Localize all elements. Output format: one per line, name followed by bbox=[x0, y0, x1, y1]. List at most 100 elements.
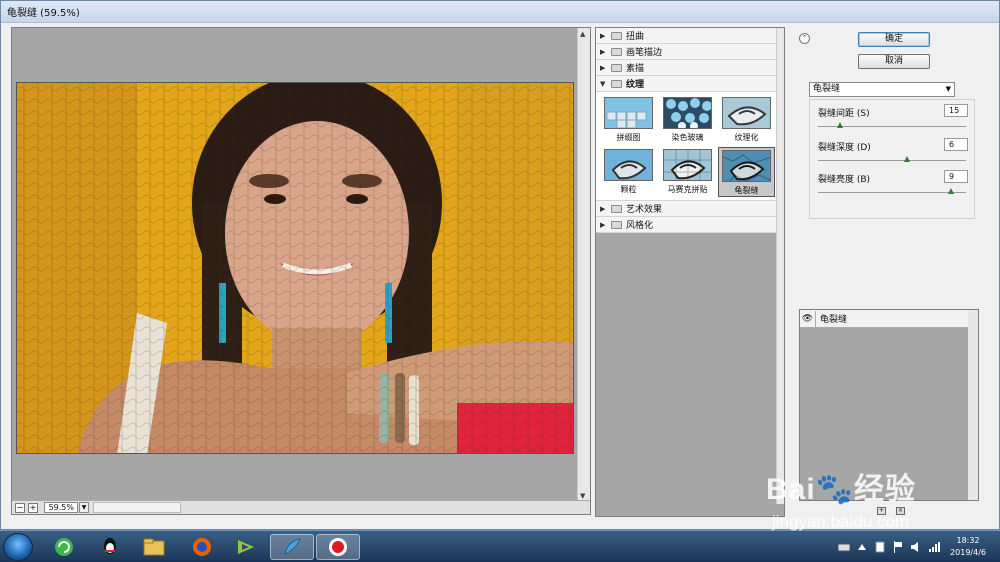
screen-recorder-icon[interactable] bbox=[316, 534, 360, 560]
preview-horizontal-scrollbar[interactable] bbox=[93, 502, 181, 513]
filter-thumb-mosaic-tiles[interactable]: 马赛克拼贴 bbox=[659, 147, 716, 197]
grain-thumbnail-icon bbox=[604, 149, 653, 181]
folder-icon bbox=[611, 47, 622, 56]
param-crack-depth: 裂缝深度 (D) 6 bbox=[818, 138, 968, 170]
zoom-in-button[interactable]: + bbox=[28, 502, 38, 513]
volume-icon[interactable] bbox=[910, 541, 922, 553]
stained-glass-thumbnail-icon bbox=[663, 97, 712, 129]
preview-photo bbox=[17, 83, 573, 453]
thumb-label: 拼缀图 bbox=[616, 133, 641, 142]
slider-track[interactable] bbox=[818, 192, 966, 193]
effect-layer-row[interactable]: 👁 龟裂缝 bbox=[800, 310, 978, 328]
zoom-field[interactable]: 59.5% bbox=[44, 502, 78, 513]
param-crack-brightness: 裂缝亮度 (B) 9 bbox=[818, 170, 968, 202]
settings-panel: ⌃ 确定 取消 龟裂缝 ▼ 裂缝间距 (S) 15 裂缝深度 (D) 6 裂缝亮… bbox=[791, 27, 991, 517]
category-label: 画笔描边 bbox=[626, 48, 663, 58]
keyboard-icon[interactable] bbox=[838, 541, 851, 553]
thumb-label: 马赛克拼贴 bbox=[667, 185, 708, 194]
texture-thumbnails: 拼缀图 染色玻璃 纹理化 颗粒 马赛克拼贴 龟裂缝 bbox=[596, 92, 777, 201]
effect-layer-name: 龟裂缝 bbox=[820, 315, 848, 325]
craquelure-thumbnail-icon bbox=[722, 150, 771, 182]
title-bar: 龟裂缝 (59.5%) bbox=[1, 1, 999, 23]
collapse-gallery-icon[interactable]: ⌃ bbox=[799, 33, 810, 44]
flag-icon[interactable] bbox=[892, 541, 904, 553]
feather-app-icon[interactable] bbox=[270, 534, 314, 560]
filter-thumb-patchwork[interactable]: 拼缀图 bbox=[600, 95, 657, 145]
qq-icon[interactable] bbox=[88, 534, 132, 560]
filter-thumb-grain[interactable]: 颗粒 bbox=[600, 147, 657, 197]
patchwork-thumbnail-icon bbox=[604, 97, 653, 129]
watermark-site: jingyan.baidu.com bbox=[772, 512, 910, 531]
filter-category-list: ▶ 扭曲 ▶ 画笔描边 ▶ 素描 ▼ 纹理 拼缀图 染色玻璃 纹理化 颗粒 马赛… bbox=[596, 28, 777, 233]
category-texture[interactable]: ▼ 纹理 bbox=[596, 76, 777, 92]
texturizer-thumbnail-icon bbox=[722, 97, 771, 129]
folder-icon bbox=[611, 220, 622, 229]
category-brush-strokes[interactable]: ▶ 画笔描边 bbox=[596, 44, 777, 60]
filter-thumb-stained-glass[interactable]: 染色玻璃 bbox=[659, 95, 716, 145]
file-explorer-icon[interactable] bbox=[132, 534, 176, 560]
cancel-button[interactable]: 取消 bbox=[858, 54, 930, 69]
filter-select[interactable]: 龟裂缝 ▼ bbox=[809, 82, 955, 97]
folder-icon bbox=[611, 31, 622, 40]
slider-knob[interactable] bbox=[903, 156, 910, 162]
param-label: 裂缝亮度 (B) bbox=[818, 175, 871, 185]
thumb-label: 龟裂缝 bbox=[734, 186, 759, 195]
preview-vertical-scrollbar[interactable]: ▲ ▼ bbox=[577, 28, 590, 502]
expand-arrow-icon: ▶ bbox=[600, 31, 606, 40]
preview-status-bar: − + 59.5% ▼ bbox=[12, 500, 590, 514]
folder-icon bbox=[611, 204, 622, 213]
folder-icon bbox=[611, 63, 622, 72]
baidu-jingyan-watermark: Bai🐾经验 jingyan.baidu.com bbox=[766, 450, 986, 540]
category-label: 扭曲 bbox=[626, 32, 645, 42]
param-label: 裂缝间距 (S) bbox=[818, 109, 870, 119]
open-folder-icon bbox=[611, 79, 622, 88]
start-orb-icon[interactable] bbox=[3, 533, 33, 561]
category-label: 艺术效果 bbox=[626, 205, 663, 215]
expand-arrow-icon: ▶ bbox=[600, 47, 606, 56]
category-distort[interactable]: ▶ 扭曲 bbox=[596, 28, 777, 44]
param-label: 裂缝深度 (D) bbox=[818, 143, 871, 153]
filter-thumb-texturizer[interactable]: 纹理化 bbox=[718, 95, 775, 145]
watermark-brand: Bai🐾经验 bbox=[766, 473, 917, 506]
mosaic-tiles-thumbnail-icon bbox=[663, 149, 712, 181]
param-crack-spacing: 裂缝间距 (S) 15 bbox=[818, 104, 968, 136]
network-icon[interactable] bbox=[928, 541, 941, 553]
show-hidden-icons-icon[interactable] bbox=[856, 541, 868, 553]
filter-gallery: ▶ 扭曲 ▶ 画笔描边 ▶ 素描 ▼ 纹理 拼缀图 染色玻璃 纹理化 颗粒 马赛… bbox=[595, 27, 785, 517]
category-artistic[interactable]: ▶ 艺术效果 bbox=[596, 201, 777, 217]
scroll-down-icon[interactable]: ▼ bbox=[580, 492, 585, 500]
slider-knob[interactable] bbox=[837, 122, 844, 128]
firefox-icon[interactable] bbox=[180, 534, 224, 560]
filter-parameters: 裂缝间距 (S) 15 裂缝深度 (D) 6 裂缝亮度 (B) 9 bbox=[809, 99, 975, 219]
expand-arrow-icon: ▶ bbox=[600, 220, 606, 229]
video-player-icon[interactable] bbox=[224, 534, 268, 560]
crack-brightness-input[interactable]: 9 bbox=[944, 170, 968, 183]
category-sketch[interactable]: ▶ 素描 bbox=[596, 60, 777, 76]
collapse-arrow-icon: ▼ bbox=[600, 79, 606, 88]
browser-360-icon[interactable] bbox=[42, 534, 86, 560]
preview-image bbox=[16, 82, 574, 454]
slider-track[interactable] bbox=[818, 160, 966, 161]
expand-arrow-icon: ▶ bbox=[600, 204, 606, 213]
window-title: 龟裂缝 (59.5%) bbox=[7, 8, 80, 19]
thumb-label: 颗粒 bbox=[620, 185, 637, 194]
gallery-scrollbar[interactable] bbox=[776, 28, 784, 504]
thumb-label: 染色玻璃 bbox=[671, 133, 704, 142]
ok-button[interactable]: 确定 bbox=[858, 32, 930, 47]
crack-spacing-input[interactable]: 15 bbox=[944, 104, 968, 117]
category-label: 纹理 bbox=[626, 80, 645, 90]
filter-select-value: 龟裂缝 bbox=[813, 84, 841, 94]
slider-knob[interactable] bbox=[948, 188, 955, 194]
expand-arrow-icon: ▶ bbox=[600, 63, 606, 72]
scroll-up-icon[interactable]: ▲ bbox=[580, 30, 585, 38]
thumb-label: 纹理化 bbox=[734, 133, 759, 142]
device-icon[interactable] bbox=[874, 541, 886, 553]
category-stylize[interactable]: ▶ 风格化 bbox=[596, 217, 777, 233]
zoom-out-button[interactable]: − bbox=[15, 502, 25, 513]
filter-thumb-craquelure[interactable]: 龟裂缝 bbox=[718, 147, 775, 197]
category-label: 风格化 bbox=[626, 221, 654, 231]
eye-icon[interactable]: 👁 bbox=[800, 310, 816, 327]
zoom-dropdown-icon[interactable]: ▼ bbox=[79, 502, 89, 513]
preview-area[interactable]: ▲ ▼ − + 59.5% ▼ bbox=[11, 27, 591, 515]
crack-depth-input[interactable]: 6 bbox=[944, 138, 968, 151]
